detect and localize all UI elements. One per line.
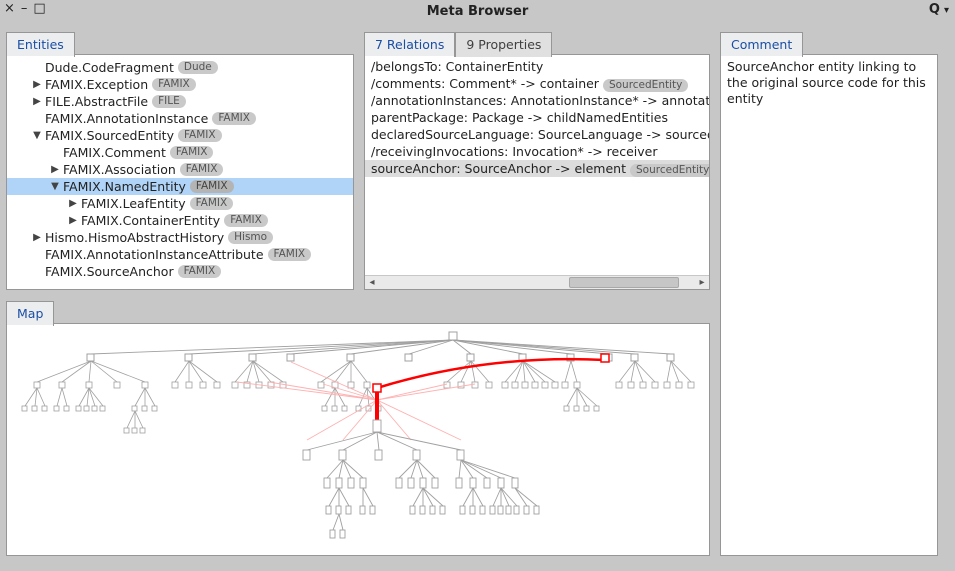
map-canvas[interactable]	[7, 324, 709, 555]
relations-hscrollbar[interactable]: ◂ ▸	[365, 275, 709, 289]
relation-text: /annotationInstances: AnnotationInstance…	[371, 93, 709, 108]
scroll-right-icon[interactable]: ▸	[695, 276, 709, 289]
tree-toggle-collapsed-icon[interactable]: ▶	[31, 79, 43, 90]
tree-row[interactable]: ▶Hismo.HismoAbstractHistory Hismo	[7, 229, 353, 246]
search-icon[interactable]: Q	[929, 2, 940, 17]
tab-properties[interactable]: 9 Properties	[455, 32, 552, 57]
tree-label: FAMIX.Exception	[45, 77, 148, 92]
relation-row[interactable]: /belongsTo: ContainerEntity	[365, 58, 709, 75]
window: × – □ Meta Browser Q ▾ Entities Dude.Cod…	[0, 0, 955, 571]
namespace-badge: FAMIX	[170, 146, 214, 159]
tree-label: FAMIX.Comment	[63, 145, 166, 160]
tree-label: FAMIX.SourceAnchor	[45, 264, 174, 279]
tree-toggle-expanded-icon[interactable]: ▼	[31, 130, 43, 141]
tree-toggle-collapsed-icon[interactable]: ▶	[49, 164, 61, 175]
tree-label: FAMIX.AnnotationInstanceAttribute	[45, 247, 264, 262]
relation-text: parentPackage: Package -> childNamedEnti…	[371, 110, 668, 125]
tree-row[interactable]: ▼FAMIX.NamedEntity FAMIX	[7, 178, 353, 195]
tree-label: FILE.AbstractFile	[45, 94, 148, 109]
search-dropdown-icon[interactable]: ▾	[944, 5, 949, 16]
tree-row[interactable]: FAMIX.AnnotationInstance FAMIX	[7, 110, 353, 127]
namespace-badge: FAMIX	[224, 214, 268, 227]
maximize-icon[interactable]: □	[33, 2, 45, 15]
map-diagram	[7, 324, 711, 557]
comment-text: SourceAnchor entity linking to the origi…	[721, 55, 937, 555]
tree-label: FAMIX.LeafEntity	[81, 196, 186, 211]
tree-row[interactable]: Dude.CodeFragment Dude	[7, 59, 353, 76]
titlebar: × – □ Meta Browser Q ▾	[0, 0, 955, 24]
tree-label: FAMIX.Association	[63, 162, 176, 177]
tree-row[interactable]: ▶FILE.AbstractFile FILE	[7, 93, 353, 110]
tree-row[interactable]: ▶FAMIX.LeafEntity FAMIX	[7, 195, 353, 212]
comment-panel: Comment SourceAnchor entity linking to t…	[720, 54, 938, 556]
namespace-badge: FILE	[152, 95, 186, 108]
namespace-badge: Dude	[178, 61, 218, 74]
origin-badge: SourcedEntity	[630, 164, 709, 177]
relation-row[interactable]: /receivingInvocations: Invocation* -> re…	[365, 143, 709, 160]
relation-text: /receivingInvocations: Invocation* -> re…	[371, 144, 658, 159]
relation-row[interactable]: parentPackage: Package -> childNamedEnti…	[365, 109, 709, 126]
tree-label: FAMIX.NamedEntity	[63, 179, 186, 194]
relation-row[interactable]: declaredSourceLanguage: SourceLanguage -…	[365, 126, 709, 143]
entities-panel: Entities Dude.CodeFragmentDude▶FAMIX.Exc…	[6, 54, 354, 290]
tree-toggle-collapsed-icon[interactable]: ▶	[67, 198, 79, 209]
relation-row[interactable]: /comments: Comment* -> container SourcedE…	[365, 75, 709, 92]
tab-relations[interactable]: 7 Relations	[364, 32, 455, 57]
namespace-badge: FAMIX	[178, 265, 222, 278]
scroll-track[interactable]	[379, 276, 695, 289]
relation-row[interactable]: /annotationInstances: AnnotationInstance…	[365, 92, 709, 109]
relations-list[interactable]: /belongsTo: ContainerEntity/comments: Co…	[365, 55, 709, 289]
content-area: Entities Dude.CodeFragmentDude▶FAMIX.Exc…	[0, 24, 955, 571]
tree-label: FAMIX.ContainerEntity	[81, 213, 220, 228]
scroll-thumb[interactable]	[569, 277, 680, 288]
tree-row[interactable]: ▶FAMIX.Exception FAMIX	[7, 76, 353, 93]
window-title: Meta Browser	[0, 0, 955, 24]
tab-entities[interactable]: Entities	[6, 32, 75, 57]
tree-toggle-collapsed-icon[interactable]: ▶	[31, 96, 43, 107]
scroll-left-icon[interactable]: ◂	[365, 276, 379, 289]
relations-panel: 7 Relations 9 Properties /belongsTo: Con…	[364, 54, 710, 290]
tree-row[interactable]: ▶FAMIX.ContainerEntity FAMIX	[7, 212, 353, 229]
relation-text: /comments: Comment* -> container	[371, 76, 599, 91]
tree-toggle-collapsed-icon[interactable]: ▶	[31, 232, 43, 243]
tree-row[interactable]: ▶FAMIX.Association FAMIX	[7, 161, 353, 178]
namespace-badge: Hismo	[228, 231, 273, 244]
relation-text: /belongsTo: ContainerEntity	[371, 59, 543, 74]
origin-badge: SourcedEntity	[603, 79, 688, 92]
namespace-badge: FAMIX	[178, 129, 222, 142]
tree-label: FAMIX.AnnotationInstance	[45, 111, 208, 126]
namespace-badge: FAMIX	[152, 78, 196, 91]
namespace-badge: FAMIX	[268, 248, 312, 261]
entities-tree[interactable]: Dude.CodeFragmentDude▶FAMIX.ExceptionFAM…	[7, 55, 353, 289]
namespace-badge: FAMIX	[212, 112, 256, 125]
namespace-badge: FAMIX	[190, 197, 234, 210]
tab-map[interactable]: Map	[6, 301, 54, 326]
close-icon[interactable]: ×	[4, 2, 15, 15]
tree-label: FAMIX.SourcedEntity	[45, 128, 174, 143]
tree-row[interactable]: FAMIX.Comment FAMIX	[7, 144, 353, 161]
tree-row[interactable]: FAMIX.SourceAnchor FAMIX	[7, 263, 353, 280]
tree-label: Dude.CodeFragment	[45, 60, 174, 75]
tab-comment[interactable]: Comment	[720, 32, 803, 57]
tree-row[interactable]: ▼FAMIX.SourcedEntity FAMIX	[7, 127, 353, 144]
namespace-badge: FAMIX	[190, 180, 234, 193]
tree-toggle-expanded-icon[interactable]: ▼	[49, 181, 61, 192]
namespace-badge: FAMIX	[180, 163, 224, 176]
map-panel: Map	[6, 323, 710, 556]
relation-row[interactable]: sourceAnchor: SourceAnchor -> element Sou…	[365, 160, 709, 177]
minimize-icon[interactable]: –	[21, 2, 28, 15]
tree-toggle-collapsed-icon[interactable]: ▶	[67, 215, 79, 226]
tree-label: Hismo.HismoAbstractHistory	[45, 230, 224, 245]
tree-row[interactable]: FAMIX.AnnotationInstanceAttribute FAMIX	[7, 246, 353, 263]
relation-text: sourceAnchor: SourceAnchor -> element	[371, 161, 626, 176]
relation-text: declaredSourceLanguage: SourceLanguage -…	[371, 127, 709, 142]
